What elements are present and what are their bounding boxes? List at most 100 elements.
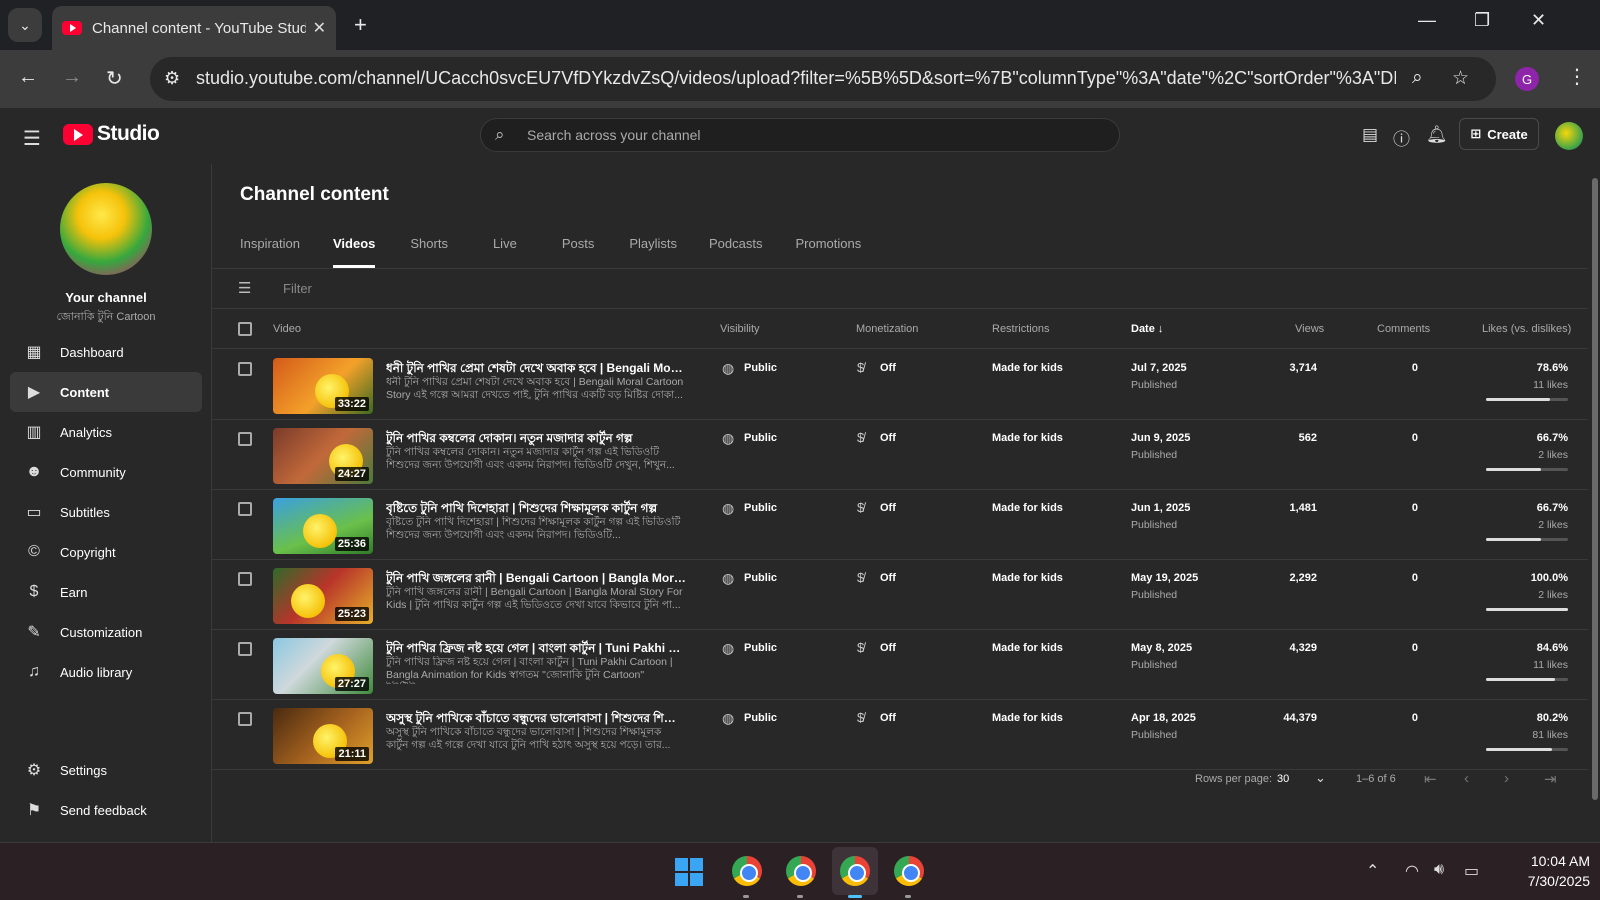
tab-podcasts[interactable]: Podcasts <box>709 230 762 268</box>
monetization-value[interactable]: Off <box>880 572 896 584</box>
filter-bar[interactable]: ☰ Filter <box>212 269 1588 309</box>
search-input[interactable] <box>527 123 1087 147</box>
column-restrictions[interactable]: Restrictions <box>992 323 1049 335</box>
chrome-icon[interactable] <box>840 856 870 886</box>
browser-profile-avatar[interactable]: G <box>1515 67 1539 91</box>
battery-icon[interactable]: ▭ <box>1464 861 1479 881</box>
row-checkbox[interactable] <box>238 712 252 726</box>
table-row[interactable]: 21:11 অসুস্থ টুনি পাখিকে বাঁচাতে বন্ধুদে… <box>212 700 1588 770</box>
sidebar-item-settings[interactable]: ⚙ Settings <box>10 750 202 790</box>
page-scrollbar[interactable] <box>1589 164 1600 842</box>
chrome-icon[interactable] <box>894 856 924 886</box>
browser-tab-active[interactable]: Channel content - YouTube Studio ✕ <box>52 6 336 50</box>
channel-avatar[interactable] <box>60 183 152 275</box>
previous-page-icon[interactable]: ‹ <box>1464 770 1469 787</box>
monetization-value[interactable]: Off <box>880 362 896 374</box>
sidebar-item-copyright[interactable]: © Copyright <box>10 532 202 572</box>
account-avatar[interactable] <box>1555 122 1583 150</box>
restore-window-icon[interactable]: ❐ <box>1474 10 1490 31</box>
table-row[interactable]: 33:22 ধনী টুনি পাখির প্রেমা শেষটা দেখে অ… <box>212 350 1588 420</box>
sidebar-item-earn[interactable]: $ Earn <box>10 572 202 612</box>
back-icon[interactable]: ← <box>18 66 38 89</box>
help-icon[interactable]: ⓘ <box>1393 125 1410 150</box>
sidebar-item-analytics[interactable]: ▥ Analytics <box>10 412 202 452</box>
menu-icon[interactable]: ☰ <box>23 126 41 151</box>
row-checkbox[interactable] <box>238 362 252 376</box>
table-row[interactable]: 25:23 টুনি পাখি জঙ্গলের রানী | Bengali C… <box>212 560 1588 630</box>
table-row[interactable]: 27:27 টুনি পাখির ফ্রিজ নষ্ট হয়ে গেল | ব… <box>212 630 1588 700</box>
column-date[interactable]: Date ↓ <box>1131 323 1163 335</box>
video-thumbnail[interactable]: 24:27 <box>273 428 373 484</box>
create-button[interactable]: ⊞ Create <box>1459 118 1539 150</box>
sidebar-item-content[interactable]: ▶ Content <box>10 372 202 412</box>
taskbar-clock[interactable]: 10:04 AM 7/30/2025 <box>1490 851 1590 891</box>
visibility-value[interactable]: Public <box>744 642 777 654</box>
close-window-icon[interactable]: ✕ <box>1531 10 1546 31</box>
row-checkbox[interactable] <box>238 642 252 656</box>
tab-videos[interactable]: Videos <box>332 230 376 268</box>
sidebar-item-send-feedback[interactable]: ⚑ Send feedback <box>10 790 202 830</box>
tab-playlists[interactable]: Playlists <box>629 230 677 268</box>
studio-logo[interactable]: Studio <box>63 122 160 146</box>
table-row[interactable]: 25:36 বৃষ্টিতে টুনি পাখি দিশেহারা | শিশু… <box>212 490 1588 560</box>
video-thumbnail[interactable]: 25:23 <box>273 568 373 624</box>
visibility-value[interactable]: Public <box>744 432 777 444</box>
monetization-value[interactable]: Off <box>880 712 896 724</box>
address-bar[interactable]: ⚙ studio.youtube.com/channel/UCacch0svcE… <box>150 57 1496 101</box>
notifications-bell-icon[interactable]: 🔔︎ <box>1426 125 1448 145</box>
last-page-icon[interactable]: ⇥ <box>1544 770 1557 788</box>
tab-inspiration[interactable]: Inspiration <box>240 230 300 268</box>
volume-icon[interactable]: 🔊︎ <box>1434 861 1444 879</box>
windows-start-icon[interactable] <box>675 858 703 886</box>
row-checkbox[interactable] <box>238 502 252 516</box>
row-checkbox[interactable] <box>238 572 252 586</box>
url-text[interactable]: studio.youtube.com/channel/UCacch0svcEU7… <box>196 68 1396 89</box>
column-monetization[interactable]: Monetization <box>856 323 918 335</box>
zoom-icon[interactable]: ⌕ <box>1412 67 1423 89</box>
monetization-value[interactable]: Off <box>880 642 896 654</box>
filter-input[interactable]: Filter <box>283 281 312 296</box>
monetization-value[interactable]: Off <box>880 432 896 444</box>
tab-promotions[interactable]: Promotions <box>796 230 862 268</box>
video-thumbnail[interactable]: 25:36 <box>273 498 373 554</box>
forward-icon[interactable]: → <box>62 66 82 89</box>
column-comments[interactable]: Comments <box>1377 323 1430 335</box>
column-views[interactable]: Views <box>1295 323 1324 335</box>
visibility-value[interactable]: Public <box>744 362 777 374</box>
bookmark-star-icon[interactable]: ☆ <box>1452 67 1469 90</box>
video-thumbnail[interactable]: 21:11 <box>273 708 373 764</box>
tab-close-icon[interactable]: ✕ <box>313 18 326 38</box>
tab-live[interactable]: Live <box>493 230 517 268</box>
chrome-icon[interactable] <box>732 856 762 886</box>
chrome-icon[interactable] <box>786 856 816 886</box>
site-info-icon[interactable]: ⚙ <box>164 68 180 89</box>
select-all-checkbox[interactable] <box>238 322 252 336</box>
column-likes[interactable]: Likes (vs. dislikes) <box>1482 323 1571 335</box>
sidebar-item-dashboard[interactable]: ▦ Dashboard <box>10 332 202 372</box>
video-thumbnail[interactable]: 27:27 <box>273 638 373 694</box>
new-tab-button[interactable]: + <box>354 12 367 38</box>
search-box[interactable]: ⌕ <box>480 118 1120 152</box>
chevron-down-icon[interactable]: ⌄ <box>1315 770 1326 786</box>
first-page-icon[interactable]: ⇤ <box>1424 770 1437 788</box>
wifi-icon[interactable]: ◠ <box>1405 861 1419 881</box>
reload-icon[interactable]: ↻ <box>106 66 123 91</box>
filter-icon[interactable]: ☰ <box>238 279 251 297</box>
tab-list-button[interactable]: ⌄ <box>8 8 42 42</box>
visibility-value[interactable]: Public <box>744 712 777 724</box>
sidebar-item-community[interactable]: ☻ Community <box>10 452 202 492</box>
messages-icon[interactable]: ▤ <box>1362 125 1378 145</box>
scrollbar-thumb[interactable] <box>1592 178 1598 800</box>
next-page-icon[interactable]: › <box>1504 770 1509 787</box>
tab-shorts[interactable]: Shorts <box>410 230 448 268</box>
visibility-value[interactable]: Public <box>744 572 777 584</box>
column-visibility[interactable]: Visibility <box>720 323 760 335</box>
video-thumbnail[interactable]: 33:22 <box>273 358 373 414</box>
table-row[interactable]: 24:27 টুনি পাখির কম্বলের দোকান। নতুন মজা… <box>212 420 1588 490</box>
tab-posts[interactable]: Posts <box>562 230 595 268</box>
monetization-value[interactable]: Off <box>880 502 896 514</box>
visibility-value[interactable]: Public <box>744 502 777 514</box>
chevron-up-icon[interactable]: ⌃ <box>1366 861 1379 881</box>
sidebar-item-subtitles[interactable]: ▭ Subtitles <box>10 492 202 532</box>
browser-menu-icon[interactable]: ⋮ <box>1567 64 1587 89</box>
